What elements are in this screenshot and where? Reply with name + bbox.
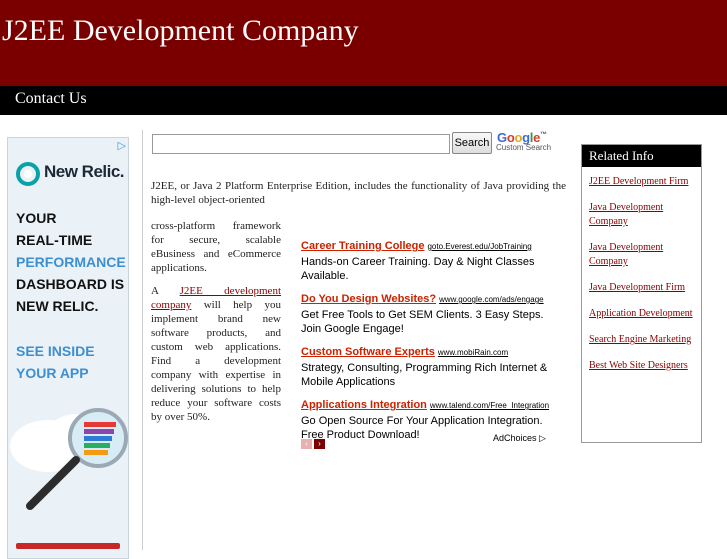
ad-headline-line: NEW RELIC. [16, 298, 99, 314]
site-header: J2EE Development Company [0, 0, 727, 86]
ad-url-link[interactable]: goto.Everest.edu/JobTraining [427, 242, 531, 251]
ad-cta-line[interactable]: SEE INSIDE [16, 343, 95, 359]
related-link[interactable]: Java Development Company [589, 201, 695, 229]
ad-bottom-bar [16, 543, 120, 549]
new-relic-logo-icon [16, 162, 40, 186]
ad-headline-highlight: PERFORMANCE [16, 254, 126, 270]
next-arrow-icon[interactable]: › [314, 439, 325, 449]
site-title: J2EE Development Company [2, 14, 359, 47]
search-input[interactable] [152, 134, 450, 154]
left-banner-ad[interactable]: ▷ New Relic. YOUR REAL-TIME PERFORMANCE … [7, 137, 129, 559]
text-ad: Do You Design Websites? www.google.com/ad… [301, 289, 551, 336]
adchoices-icon[interactable]: ▷ [118, 139, 126, 152]
ad-url-link[interactable]: www.google.com/ads/engage [439, 295, 544, 304]
text-ad: Career Training College goto.Everest.edu/… [301, 236, 551, 283]
nav-contact-us-link[interactable]: Contact Us [15, 90, 87, 108]
ad-title-link[interactable]: Custom Software Experts [301, 346, 435, 358]
text-ad: Custom Software Experts www.mobiRain.com … [301, 342, 551, 389]
related-links: J2EE Development Firm Java Development C… [582, 167, 701, 373]
prev-arrow-icon[interactable]: ‹ [301, 439, 312, 449]
body-paragraph: cross-platform framework for secure, sca… [151, 220, 281, 274]
search-button[interactable]: Search [452, 132, 492, 154]
intro-paragraph: J2EE, or Java 2 Platform Enterprise Edit… [151, 180, 566, 206]
ad-headline-line: REAL-TIME [16, 232, 93, 248]
related-info-box: Related Info J2EE Development Firm Java … [581, 144, 702, 443]
magnifier-icon [10, 408, 128, 510]
custom-search-label: Custom Search [496, 143, 552, 152]
related-link[interactable]: Application Development [589, 307, 695, 321]
ad-description: Hands-on Career Training. Day & Night Cl… [301, 256, 535, 282]
ad-brand-name: New Relic. [44, 162, 125, 181]
related-info-title: Related Info [582, 145, 701, 167]
related-link[interactable]: Java Development Company [589, 241, 695, 269]
ad-description: Strategy, Consulting, Programming Rich I… [301, 362, 548, 388]
google-text-ads: Career Training College goto.Everest.edu/… [301, 236, 551, 448]
ad-headline-line: YOUR [16, 210, 57, 226]
related-link[interactable]: Best Web Site Designers [589, 359, 695, 373]
ad-url-link[interactable]: www.mobiRain.com [438, 348, 508, 357]
ad-headline-line: DASHBOARD IS [16, 276, 125, 292]
adchoices-link[interactable]: AdChoices ▷ [493, 433, 546, 444]
column-divider [142, 130, 143, 550]
related-link[interactable]: J2EE Development Firm [589, 175, 695, 189]
ad-title-link[interactable]: Career Training College [301, 240, 424, 252]
ad-title-link[interactable]: Applications Integration [301, 399, 427, 411]
ad-description: Get Free Tools to Get SEM Clients. 3 Eas… [301, 309, 544, 335]
related-link[interactable]: Java Development Firm [589, 281, 695, 295]
body-paragraph: A J2EE development company will help you… [151, 285, 281, 423]
article-body: cross-platform framework for secure, sca… [151, 219, 281, 433]
ad-cta-line[interactable]: YOUR APP [16, 365, 89, 381]
nav-bar: Contact Us [0, 86, 727, 115]
ad-title-link[interactable]: Do You Design Websites? [301, 293, 436, 305]
ad-url-link[interactable]: www.talend.com/Free_Integration [430, 401, 549, 410]
ad-pagination: ‹ › [301, 433, 327, 451]
related-link[interactable]: Search Engine Marketing [589, 333, 695, 347]
